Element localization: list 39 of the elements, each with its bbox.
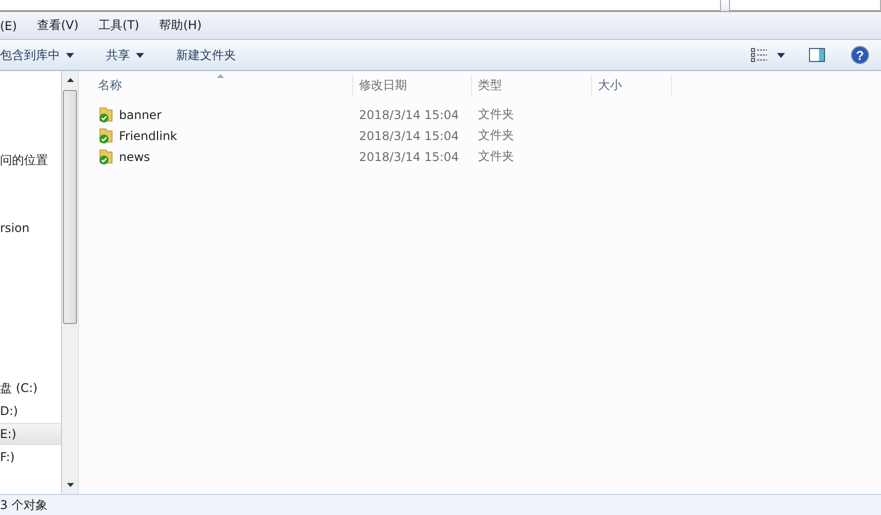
scroll-down-icon[interactable]	[66, 483, 74, 487]
folder-sync-icon	[98, 148, 114, 164]
navigation-item[interactable]: 问的位置	[0, 149, 62, 171]
scrollbar[interactable]	[61, 71, 78, 494]
table-cell-text: 2018/3/14 15:04	[358, 150, 460, 164]
scroll-thumb[interactable]	[63, 90, 78, 324]
navigation-item[interactable]: F:)	[0, 446, 62, 468]
search-field[interactable]	[729, 0, 881, 11]
file-name[interactable]: banner	[119, 108, 162, 122]
table-cell-text: 2018/3/14 15:04	[358, 108, 460, 122]
item-count: 3 个对象	[0, 496, 48, 514]
table-cell-text: 文件夹	[477, 106, 515, 123]
sort-arrow-icon	[217, 74, 224, 78]
column-header[interactable]: 大小	[592, 74, 672, 96]
menu-item[interactable]: 帮助(H)	[159, 17, 202, 34]
navigation-item[interactable]: E:)	[0, 423, 62, 445]
file-name[interactable]: news	[119, 150, 150, 164]
table-cell-text: 文件夹	[477, 127, 515, 144]
toolbar-button[interactable]: 共享	[106, 43, 160, 67]
folder-sync-icon	[98, 106, 114, 122]
toolbar-button[interactable]: 包含到库中	[0, 43, 90, 67]
navigation-item[interactable]: D:)	[0, 400, 62, 422]
table-cell-text: 2018/3/14 15:04	[358, 128, 460, 142]
column-header[interactable]: 修改日期	[353, 74, 472, 96]
preview-pane-icon[interactable]	[809, 48, 825, 62]
caret-icon[interactable]	[777, 52, 785, 58]
menu-item[interactable]: (E)	[0, 18, 17, 32]
file-name[interactable]: Friendlink	[119, 128, 178, 142]
menu-item[interactable]: 查看(V)	[36, 17, 79, 34]
scroll-up-icon[interactable]	[66, 78, 74, 82]
column-header[interactable]: 类型	[472, 74, 592, 96]
help-button[interactable]: ?	[851, 46, 869, 64]
folder-sync-icon	[98, 128, 114, 144]
navigation-item[interactable]: 盘 (C:)	[0, 377, 62, 399]
view-list-icon[interactable]	[751, 48, 767, 62]
toolbar-button[interactable]: 新建文件夹	[176, 43, 252, 67]
navigation-item[interactable]: rsion	[0, 217, 62, 239]
menu-item[interactable]: 工具(T)	[98, 17, 140, 34]
table-cell-text: 文件夹	[477, 148, 515, 165]
